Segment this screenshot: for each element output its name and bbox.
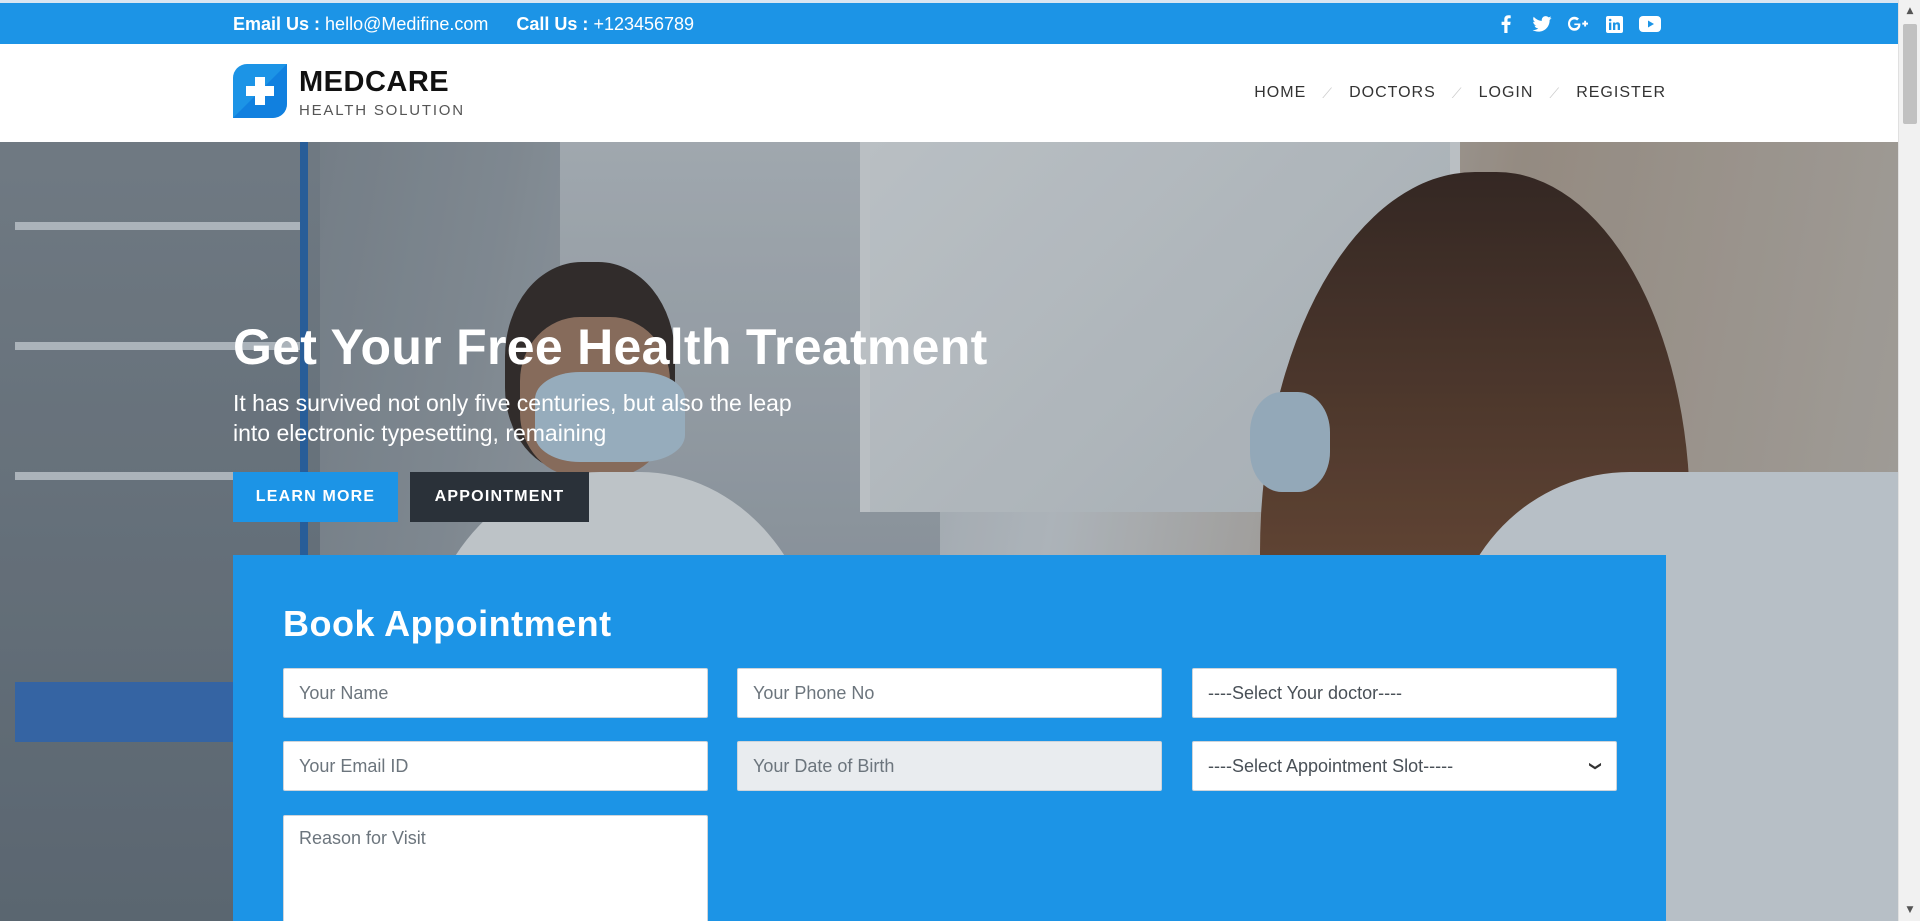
- hero-section: Get Your Free Health Treatment It has su…: [0, 142, 1898, 921]
- youtube-icon[interactable]: [1638, 13, 1662, 35]
- email-contact[interactable]: Email Us : hello@Medifine.com: [233, 14, 488, 35]
- page-viewport: Email Us : hello@Medifine.com Call Us : …: [0, 0, 1898, 921]
- page-scrollbar[interactable]: ▲ ▼: [1898, 0, 1920, 921]
- nav-login[interactable]: LOGIN: [1479, 84, 1534, 102]
- nav-separator: ⟋: [1549, 84, 1561, 101]
- nav-doctors[interactable]: DOCTORS: [1349, 84, 1436, 102]
- reason-textarea[interactable]: Reason for Visit: [283, 815, 708, 921]
- twitter-icon[interactable]: [1530, 13, 1554, 35]
- email-label: Email Us :: [233, 14, 321, 34]
- appointment-slot-select[interactable]: ----Select Appointment Slot----- ❯: [1192, 741, 1617, 791]
- phone-placeholder: Your Phone No: [753, 682, 875, 703]
- main-nav: HOME ⟋ DOCTORS ⟋ LOGIN ⟋ REGISTER: [1254, 84, 1666, 102]
- top-contact-bar: Email Us : hello@Medifine.com Call Us : …: [0, 0, 1898, 44]
- nav-separator: ⟋: [1451, 84, 1463, 101]
- email-input[interactable]: Your Email ID: [283, 741, 708, 791]
- brand-tagline: HEALTH SOLUTION: [299, 102, 465, 119]
- medical-cross-logo-icon: [233, 64, 287, 118]
- phone-value: +123456789: [593, 14, 695, 34]
- contact-info: Email Us : hello@Medifine.com Call Us : …: [233, 14, 694, 35]
- social-links: [1494, 13, 1662, 35]
- phone-contact[interactable]: Call Us : +123456789: [516, 14, 694, 35]
- email-placeholder: Your Email ID: [299, 755, 409, 776]
- doctor-select[interactable]: ----Select Your doctor----: [1192, 668, 1617, 718]
- email-value: hello@Medifine.com: [325, 14, 489, 34]
- scroll-down-icon[interactable]: ▼: [1899, 901, 1920, 919]
- book-appointment-title: Book Appointment: [283, 603, 612, 644]
- linkedin-icon[interactable]: [1602, 13, 1626, 35]
- hero-title: Get Your Free Health Treatment: [233, 319, 988, 375]
- name-placeholder: Your Name: [299, 682, 389, 703]
- facebook-icon[interactable]: [1494, 13, 1518, 35]
- phone-input[interactable]: Your Phone No: [737, 668, 1162, 718]
- nav-register[interactable]: REGISTER: [1576, 84, 1666, 102]
- name-input[interactable]: Your Name: [283, 668, 708, 718]
- google-plus-icon[interactable]: [1566, 13, 1590, 35]
- appointment-button[interactable]: APPOINTMENT: [410, 472, 589, 522]
- nav-home[interactable]: HOME: [1254, 84, 1306, 102]
- reason-placeholder: Reason for Visit: [299, 828, 426, 848]
- dob-placeholder: Your Date of Birth: [753, 755, 895, 776]
- nav-separator: ⟋: [1322, 84, 1334, 101]
- learn-more-button[interactable]: LEARN MORE: [233, 472, 398, 522]
- scroll-up-icon[interactable]: ▲: [1899, 2, 1920, 20]
- brand-logo[interactable]: MEDCARE HEALTH SOLUTION: [233, 64, 465, 119]
- chevron-down-icon: ❯: [1588, 760, 1603, 772]
- call-label: Call Us :: [516, 14, 589, 34]
- date-of-birth-input[interactable]: Your Date of Birth: [737, 741, 1162, 791]
- site-header: MEDCARE HEALTH SOLUTION HOME ⟋ DOCTORS ⟋…: [0, 44, 1898, 142]
- brand-text: MEDCARE HEALTH SOLUTION: [299, 66, 465, 119]
- slot-select-value: ----Select Appointment Slot-----: [1208, 755, 1454, 776]
- hero-subtitle: It has survived not only five centuries,…: [233, 390, 792, 446]
- scrollbar-thumb[interactable]: [1903, 24, 1917, 124]
- book-appointment-panel: Book Appointment Your Name Your Phone No…: [233, 555, 1666, 921]
- doctor-select-value: ----Select Your doctor----: [1208, 682, 1403, 703]
- brand-name: MEDCARE: [299, 66, 450, 98]
